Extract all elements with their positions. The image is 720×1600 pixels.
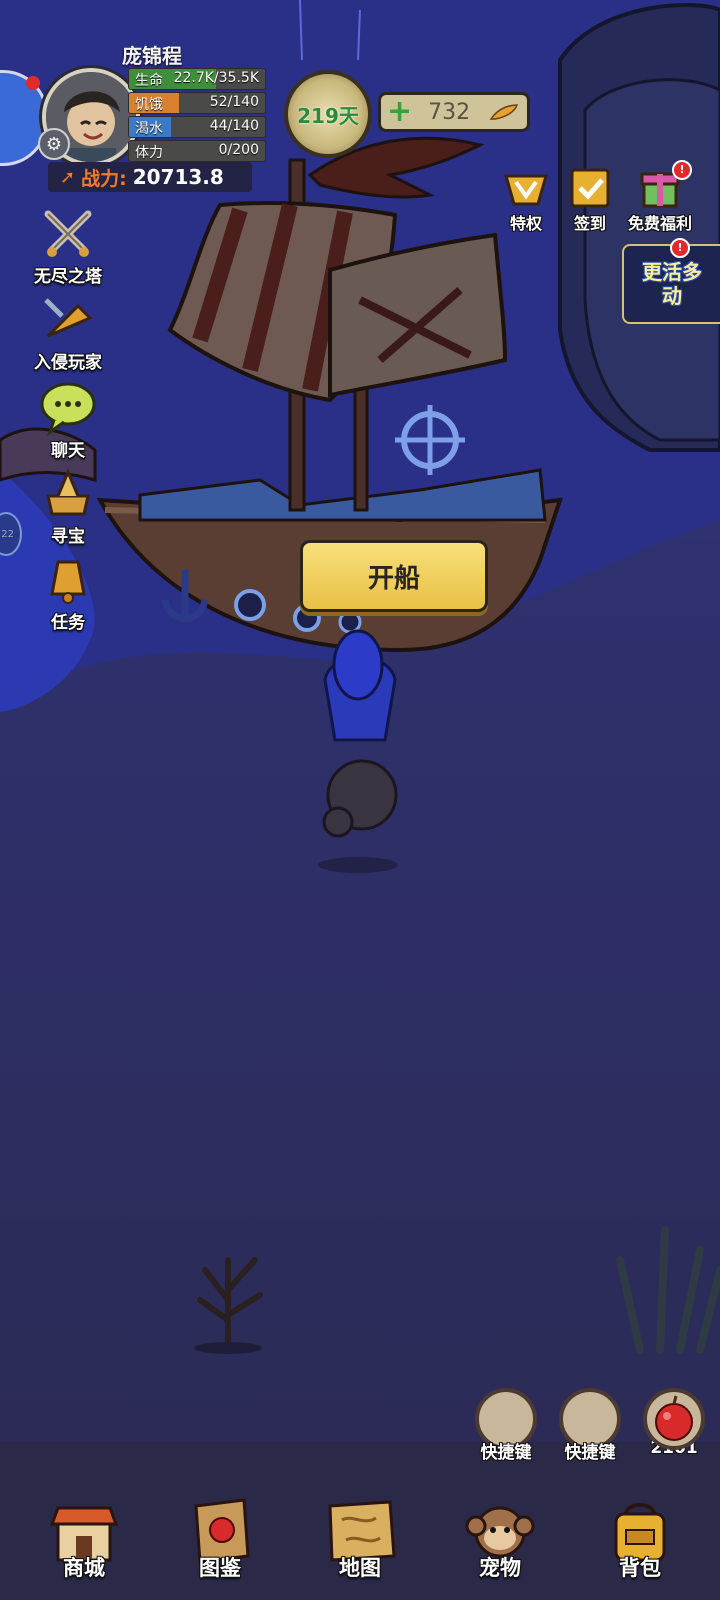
privilege-label: 特权 [509, 214, 542, 233]
apple-icon [655, 1395, 693, 1441]
checkin-calendar-icon [570, 168, 610, 208]
event-badge: ! [670, 238, 690, 258]
thirst-bar: 渴水 44/140 [128, 116, 266, 138]
side-item-tasks[interactable]: 任务 [24, 552, 112, 633]
side-item-invade-player[interactable]: 入侵玩家 [24, 292, 112, 373]
nav-pet[interactable]: 宠物 [450, 1496, 550, 1582]
thirst-label: 渴水 [135, 121, 163, 137]
side-label: 无尽之塔 [34, 267, 102, 287]
nav-pet-label: 宠物 [479, 1556, 521, 1580]
nav-backpack[interactable]: 背包 [590, 1496, 690, 1582]
hp-label: 生命 [135, 73, 163, 89]
event-button[interactable]: 更活多动 ! [622, 238, 720, 324]
side-item-endless-tower[interactable]: 无尽之塔 [24, 206, 112, 287]
side-item-chat[interactable]: 聊天 [24, 380, 112, 461]
checkin-label: 签到 [573, 214, 606, 233]
free-benefits-button[interactable]: 免费福利 ! [622, 160, 698, 234]
nav-map-label: 地图 [339, 1556, 381, 1580]
currency-box[interactable]: + 732 [378, 92, 530, 132]
day-text: 219天 [297, 103, 359, 128]
free-benefits-badge: ! [672, 160, 692, 180]
crossed-swords-icon [44, 210, 92, 257]
vip-gem-icon [504, 174, 548, 206]
horn-icon [44, 298, 93, 338]
power-arrow-icon: ➚ [60, 166, 76, 188]
nav-shop-label: 商城 [63, 1556, 105, 1580]
free-benefits-label: 免费福利 [627, 214, 692, 233]
quick-slot-circle [643, 1388, 705, 1450]
hp-bar: 生命 22.7K/35.5K [128, 68, 266, 90]
quick-slot-apple[interactable]: 2101 [640, 1388, 708, 1458]
power-label: 战力: [81, 167, 127, 190]
notification-dot [26, 76, 40, 90]
day-counter[interactable]: 219天 [284, 70, 372, 158]
player-name: 庞锦程 [122, 44, 182, 68]
feather-icon [489, 104, 519, 120]
stamina-value: 0/200 [218, 142, 259, 158]
treasure-icon [46, 468, 90, 516]
nav-map[interactable]: 地图 [310, 1496, 410, 1582]
chat-bubble-icon [40, 382, 96, 436]
quick-slot-2[interactable]: 快捷键 [556, 1388, 624, 1463]
nav-shop[interactable]: 商城 [34, 1496, 134, 1582]
stamina-label: 体力 [135, 145, 163, 161]
quick-slot-label: 快捷键 [564, 1443, 616, 1463]
set-sail-button[interactable]: 开船 [300, 540, 488, 612]
nav-codex[interactable]: 图鉴 [170, 1496, 270, 1582]
hunger-value: 52/140 [209, 94, 259, 110]
quick-slot-1[interactable]: 快捷键 [472, 1388, 540, 1463]
power-value: 20713.8 [132, 165, 224, 189]
hunger-label: 饥饿 [135, 97, 163, 113]
thirst-value: 44/140 [209, 118, 259, 134]
hp-value: 22.7K/35.5K [173, 70, 259, 86]
side-label: 任务 [51, 613, 85, 633]
nav-codex-label: 图鉴 [199, 1556, 241, 1580]
hunger-bar: 饥饿 52/140 [128, 92, 266, 114]
stamina-bar: 体力 0/200 [128, 140, 266, 162]
quick-slot-label: 快捷键 [480, 1443, 532, 1463]
side-label: 入侵玩家 [34, 353, 102, 373]
combat-power: ➚ 战力: 20713.8 [48, 162, 252, 192]
side-label: 寻宝 [51, 527, 85, 547]
bell-icon [50, 560, 86, 604]
nav-backpack-label: 背包 [619, 1556, 661, 1580]
gear-icon[interactable]: ⚙ [38, 128, 70, 160]
checkin-button[interactable]: 签到 [552, 164, 628, 234]
currency-value: 732 [428, 99, 471, 125]
side-item-treasure[interactable]: 寻宝 [24, 466, 112, 547]
plus-icon[interactable]: + [387, 97, 412, 127]
event-label: 更活多动 [642, 260, 702, 308]
side-label: 聊天 [51, 441, 85, 461]
